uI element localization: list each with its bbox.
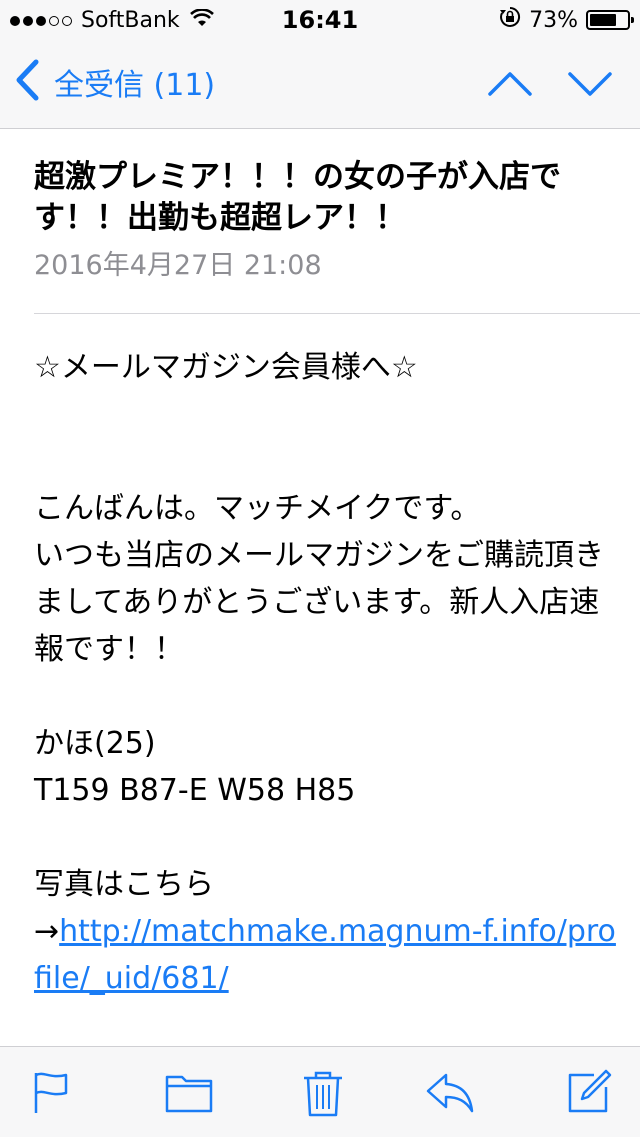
profile-link[interactable]: http://matchmake.magnum-f.info/profile/_…: [34, 914, 616, 996]
message-navigation: [454, 64, 614, 104]
profile-name: かほ(25): [34, 726, 156, 761]
profile-stats: T159 B87-E W58 H85: [34, 773, 356, 808]
move-to-folder-button[interactable]: [164, 1069, 214, 1115]
header-divider: [34, 313, 640, 314]
flag-icon: [34, 1072, 68, 1113]
battery-area: 73%: [499, 6, 634, 34]
navigation-bar: 全受信 (11): [0, 40, 640, 129]
intro-text: こんばんは。マッチメイクです。 いつも当店のメールマガジンをご購読頂きましてあり…: [34, 491, 604, 667]
chevron-left-icon: [14, 58, 40, 106]
back-button[interactable]: 全受信 (11): [14, 58, 215, 106]
message-date: 2016年4月27日 21:08: [34, 250, 322, 281]
previous-message-button[interactable]: [486, 64, 534, 104]
folder-icon: [165, 1075, 213, 1113]
delete-button[interactable]: [300, 1069, 346, 1117]
bottom-toolbar: [0, 1046, 640, 1137]
chevron-up-icon: [488, 72, 532, 96]
rotation-lock-icon: [499, 6, 521, 34]
message-view[interactable]: 超激プレミア！！！の女の子が入店です！！出勤も超超レア！！ 2016年4月27日…: [0, 129, 640, 1046]
arrow-text: →: [34, 914, 60, 949]
battery-icon: [586, 10, 634, 30]
reply-button[interactable]: [424, 1069, 476, 1115]
message-subject: 超激プレミア！！！の女の子が入店です！！出勤も超超レア！！: [34, 159, 561, 236]
next-message-button[interactable]: [566, 64, 614, 104]
reply-icon: [426, 1073, 474, 1113]
status-bar: SoftBank 16:41 73%: [0, 0, 640, 40]
flag-button[interactable]: [28, 1069, 74, 1115]
compose-button[interactable]: [566, 1069, 612, 1115]
battery-percent: 73%: [529, 7, 578, 33]
back-button-label: 全受信 (11): [54, 68, 216, 103]
message-body: ☆メールマガジン会員様へ☆ こんばんは。マッチメイクです。 いつも当店のメールマ…: [34, 344, 620, 1002]
trash-icon: [304, 1071, 342, 1117]
photo-label: 写真はこちら: [34, 867, 214, 902]
compose-icon: [568, 1069, 612, 1113]
greeting-text: ☆メールマガジン会員様へ☆: [34, 350, 418, 385]
chevron-down-icon: [568, 72, 612, 96]
